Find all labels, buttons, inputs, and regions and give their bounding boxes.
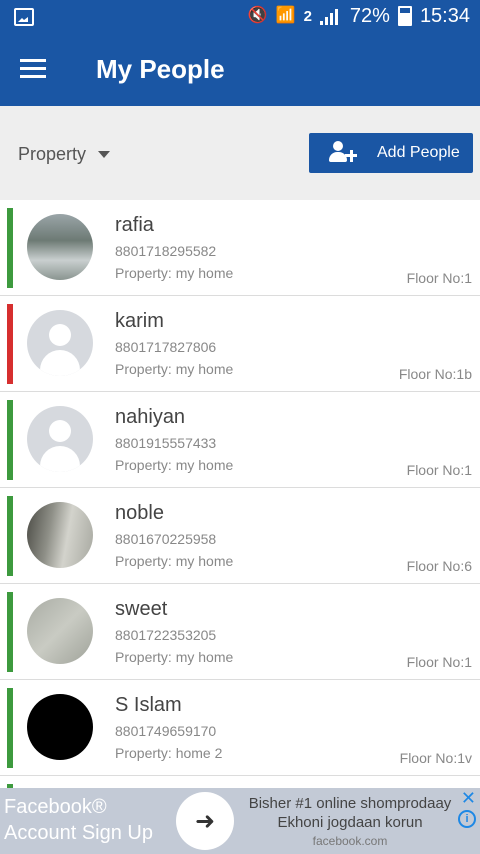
status-bar-indicator <box>7 400 13 480</box>
property-dropdown-label: Property <box>18 144 87 164</box>
person-row[interactable]: sweet 8801722353205 Property: my home Fl… <box>0 584 480 680</box>
person-floor: Floor No:6 <box>406 558 472 574</box>
status-bar-indicator <box>7 304 13 384</box>
ad-body-line1: Bisher #1 online shomprodaay <box>248 795 452 812</box>
person-row[interactable]: karim 8801717827806 Property: my home Fl… <box>0 296 480 392</box>
person-row[interactable]: nahiyan 8801915557433 Property: my home … <box>0 392 480 488</box>
person-phone: 8801717827806 <box>115 339 217 355</box>
person-property: Property: my home <box>115 361 234 377</box>
person-property: Property: my home <box>115 265 234 281</box>
sim-indicator: 2 <box>303 7 312 25</box>
person-phone: 8801718295582 <box>115 243 217 259</box>
status-bar-indicator <box>7 688 13 768</box>
clock-time: 15:34 <box>419 4 470 27</box>
person-name: karim <box>115 310 164 332</box>
status-bar-indicator <box>7 208 13 288</box>
signal-icon <box>319 7 342 25</box>
person-floor: Floor No:1 <box>406 462 472 478</box>
person-property: Property: my home <box>115 457 234 473</box>
ad-body: Bisher #1 online shomprodaay Ekhoni jogd… <box>240 794 460 851</box>
add-people-label: Add People <box>377 144 460 161</box>
app-bar: My People <box>0 32 480 106</box>
person-name: nahiyan <box>115 406 186 428</box>
battery-icon <box>397 6 412 26</box>
person-row[interactable] <box>0 776 480 788</box>
ad-headline: Facebook® Account Sign Up <box>4 794 153 846</box>
menu-icon[interactable] <box>20 59 46 79</box>
people-list: rafia 8801718295582 Property: my home Fl… <box>0 200 480 788</box>
person-floor: Floor No:1b <box>398 366 472 382</box>
person-name: S Islam <box>115 694 182 716</box>
filter-bar: Property Add People <box>0 106 480 200</box>
person-property: Property: my home <box>115 553 234 569</box>
ad-headline-line1: Facebook® <box>4 796 107 818</box>
avatar <box>27 214 93 280</box>
mute-icon: 🔇 <box>247 7 268 24</box>
default-avatar-icon <box>27 310 93 376</box>
person-name: noble <box>115 502 164 524</box>
status-icons: 🔇 📶 2 72% 15:34 <box>248 0 470 32</box>
property-dropdown[interactable]: Property <box>18 144 111 165</box>
avatar <box>27 598 93 664</box>
dropdown-caret-icon <box>98 151 111 158</box>
ad-banner[interactable]: Facebook® Account Sign Up ➜ Bisher #1 on… <box>0 788 480 854</box>
arrow-right-icon[interactable]: ➜ <box>176 792 234 850</box>
person-phone: 8801915557433 <box>115 435 217 451</box>
ad-body-line2: Ekhoni jogdaan korun <box>277 814 423 831</box>
person-property: Property: my home <box>115 649 234 665</box>
person-phone: 8801749659170 <box>115 723 217 739</box>
person-name: sweet <box>115 598 168 620</box>
person-row[interactable]: S Islam 8801749659170 Property: home 2 F… <box>0 680 480 776</box>
person-phone: 8801722353205 <box>115 627 217 643</box>
add-person-icon <box>329 141 369 165</box>
ad-headline-line2: Account Sign Up <box>4 822 153 844</box>
battery-percent: 72% <box>349 4 390 27</box>
avatar <box>27 694 93 760</box>
status-bar: 🔇 📶 2 72% 15:34 <box>0 0 480 32</box>
person-floor: Floor No:1 <box>406 654 472 670</box>
avatar <box>27 502 93 568</box>
person-floor: Floor No:1 <box>406 270 472 286</box>
person-property: Property: home 2 <box>115 745 223 761</box>
person-row[interactable]: rafia 8801718295582 Property: my home Fl… <box>0 200 480 296</box>
info-icon[interactable]: i <box>458 810 476 828</box>
wifi-icon: 📶 <box>275 7 296 24</box>
add-people-button[interactable]: Add People <box>309 133 473 173</box>
person-row[interactable]: noble 8801670225958 Property: my home Fl… <box>0 488 480 584</box>
close-icon[interactable]: ✕ <box>461 788 476 809</box>
gallery-notification-icon <box>14 8 34 26</box>
page-title: My People <box>96 54 225 84</box>
person-phone: 8801670225958 <box>115 531 217 547</box>
status-bar-indicator <box>7 592 13 672</box>
ad-url: facebook.com <box>312 834 388 848</box>
person-floor: Floor No:1v <box>399 750 472 766</box>
status-bar-indicator <box>7 496 13 576</box>
person-name: rafia <box>115 214 154 236</box>
default-avatar-icon <box>27 406 93 472</box>
